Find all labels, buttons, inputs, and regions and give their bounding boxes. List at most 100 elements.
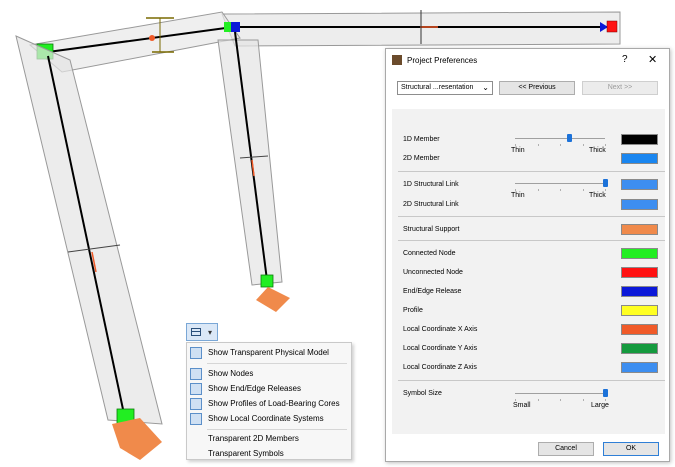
color-swatch-profile[interactable]: [621, 305, 658, 316]
symbol-size-min-label: Small: [513, 402, 531, 409]
row-label-local-coordinate-y-axis: Local Coordinate Y Axis: [403, 345, 478, 352]
slider-tick: [515, 144, 516, 146]
menu-item-show-local-coordinate-systems[interactable]: Show Local Coordinate Systems: [187, 412, 351, 426]
menu-item-show-transparent-physical-model[interactable]: Show Transparent Physical Model: [187, 346, 351, 360]
transparent-model-icon: [190, 347, 202, 359]
structural-support-marker: [256, 287, 290, 312]
column-left[interactable]: [15, 35, 163, 425]
slider-tick: [560, 189, 561, 191]
dialog-title: Project Preferences: [407, 56, 478, 65]
chevron-down-icon: ▾: [208, 328, 213, 337]
color-swatch-structural-support[interactable]: [621, 224, 658, 235]
slider-tick: [583, 189, 584, 191]
link-thickness-max-label: Thick: [589, 192, 606, 199]
member-thickness-slider-track[interactable]: [515, 138, 605, 139]
link-thickness-slider-track[interactable]: [515, 183, 605, 184]
connected-node-marker: [224, 22, 231, 32]
row-label-1d-structural-link: 1D Structural Link: [403, 181, 459, 188]
menu-item-label: Show End/Edge Releases: [208, 384, 301, 393]
connected-node-marker: [260, 274, 274, 288]
row-label-end-edge-release: End/Edge Release: [403, 288, 462, 295]
dialog-titlebar[interactable]: Project Preferences ? ✕: [386, 49, 669, 71]
local-coordinate-marker: [149, 35, 155, 41]
slider-tick: [605, 144, 606, 146]
profiles-icon: [190, 398, 202, 410]
color-swatch-unconnected-node[interactable]: [621, 267, 658, 278]
color-swatch-local-coordinate-z-axis[interactable]: [621, 362, 658, 373]
row-label-1d-member: 1D Member: [403, 136, 440, 143]
symbol-size-slider-thumb[interactable]: [603, 389, 608, 397]
previous-button[interactable]: << Previous: [499, 81, 575, 95]
slider-tick: [515, 189, 516, 191]
row-label-structural-support: Structural Support: [403, 226, 460, 233]
color-swatch-connected-node[interactable]: [621, 248, 658, 259]
transparent-symbols-icon: [190, 448, 202, 460]
row-label-2d-member: 2D Member: [403, 155, 440, 162]
member-thickness-min-label: Thin: [511, 147, 525, 154]
row-label-2d-structural-link: 2D Structural Link: [403, 201, 459, 208]
symbol-size-max-label: Large: [591, 402, 609, 409]
structural-support-marker: [112, 418, 162, 460]
menu-divider: [207, 429, 347, 430]
slider-tick: [605, 399, 606, 401]
slider-tick: [583, 144, 584, 146]
menu-item-show-profiles-load-bearing-cores[interactable]: Show Profiles of Load-Bearing Cores: [187, 397, 351, 411]
model-display-menu: Show Transparent Physical Model Show Nod…: [186, 342, 352, 460]
section-divider: [398, 171, 665, 172]
color-swatch-end-edge-release[interactable]: [621, 286, 658, 297]
color-swatch-local-coordinate-x-axis[interactable]: [621, 324, 658, 335]
project-preferences-dialog: Project Preferences ? ✕ Structural ...re…: [385, 48, 670, 462]
color-swatch-1d-structural-link[interactable]: [621, 179, 658, 190]
section-divider: [398, 216, 665, 217]
model-display-icon: [191, 328, 201, 336]
section-divider: [398, 380, 665, 381]
column-right[interactable]: [217, 39, 283, 286]
section-divider: [398, 240, 665, 241]
row-label-local-coordinate-x-axis: Local Coordinate X Axis: [403, 326, 478, 333]
slider-tick: [538, 189, 539, 191]
nodes-icon: [190, 368, 202, 380]
link-thickness-min-label: Thin: [511, 192, 525, 199]
row-label-unconnected-node: Unconnected Node: [403, 269, 463, 276]
menu-item-label: Show Local Coordinate Systems: [208, 414, 324, 423]
color-swatch-2d-member[interactable]: [621, 153, 658, 164]
model-display-options-button[interactable]: ▾: [186, 323, 218, 341]
member-thickness-slider-thumb[interactable]: [567, 134, 572, 142]
menu-item-label: Show Nodes: [208, 369, 254, 378]
chevron-down-icon: ⌄: [482, 83, 489, 92]
next-button[interactable]: Next >>: [582, 81, 658, 95]
help-button[interactable]: ?: [622, 54, 628, 65]
menu-item-transparent-2d-members[interactable]: Transparent 2D Members: [187, 432, 351, 446]
slider-tick: [605, 189, 606, 191]
menu-item-label: Show Profiles of Load-Bearing Cores: [208, 399, 340, 408]
slider-tick: [583, 399, 584, 401]
releases-icon: [190, 383, 202, 395]
slider-tick: [515, 399, 516, 401]
slider-tick: [560, 399, 561, 401]
symbol-size-label: Symbol Size: [403, 390, 442, 397]
menu-item-transparent-symbols[interactable]: Transparent Symbols: [187, 447, 351, 461]
slider-tick: [538, 144, 539, 146]
menu-item-show-end-edge-releases[interactable]: Show End/Edge Releases: [187, 382, 351, 396]
link-thickness-slider-thumb[interactable]: [603, 179, 608, 187]
close-button[interactable]: ✕: [648, 53, 657, 66]
row-label-profile: Profile: [403, 307, 423, 314]
preferences-page-value: Structural ...resentation: [401, 84, 474, 91]
menu-item-show-nodes[interactable]: Show Nodes: [187, 367, 351, 381]
coordinate-systems-icon: [190, 413, 202, 425]
ok-button[interactable]: OK: [603, 442, 659, 456]
symbol-size-slider-track[interactable]: [515, 393, 605, 394]
color-swatch-1d-member[interactable]: [621, 134, 658, 145]
menu-item-label: Transparent 2D Members: [208, 434, 299, 443]
color-swatch-local-coordinate-y-axis[interactable]: [621, 343, 658, 354]
slider-tick: [560, 144, 561, 146]
color-swatch-2d-structural-link[interactable]: [621, 199, 658, 210]
cancel-button[interactable]: Cancel: [538, 442, 594, 456]
row-label-connected-node: Connected Node: [403, 250, 456, 257]
menu-divider: [207, 363, 347, 364]
slider-tick: [538, 399, 539, 401]
row-label-local-coordinate-z-axis: Local Coordinate Z Axis: [403, 364, 477, 371]
preferences-page-select[interactable]: Structural ...resentation ⌄: [397, 81, 493, 95]
unconnected-node-marker: [606, 20, 618, 33]
transparent-2d-icon: [190, 433, 202, 445]
